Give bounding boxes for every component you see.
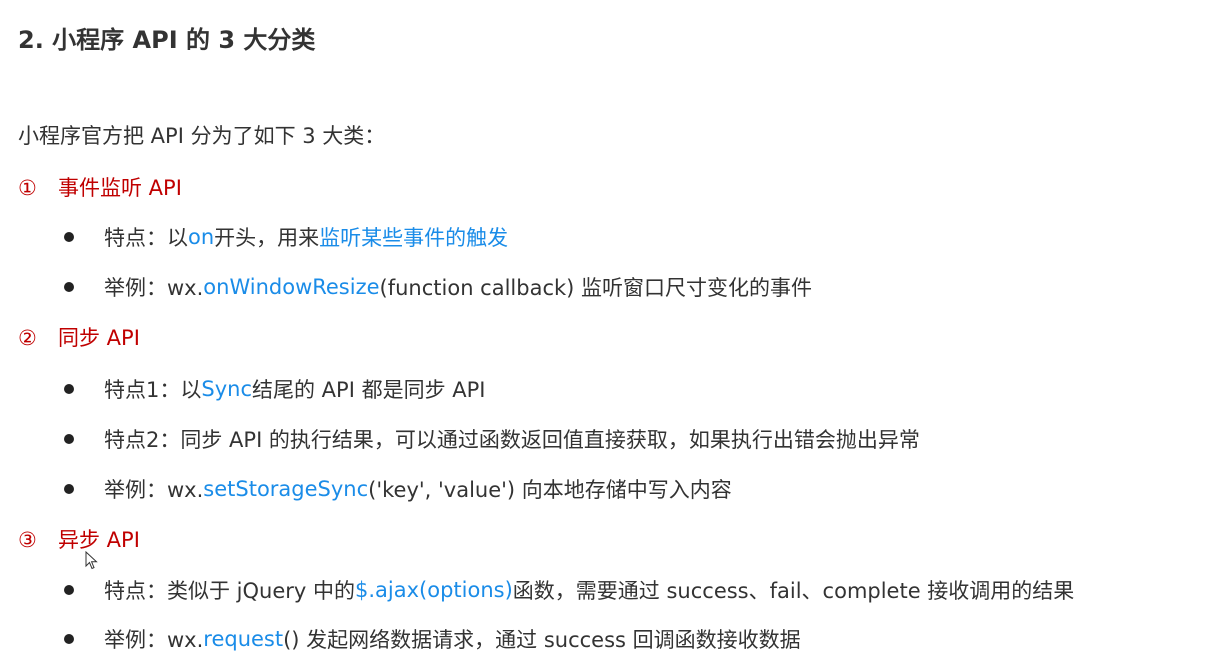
section-title: 异步 API <box>58 528 140 552</box>
section-heading-async: ③ 异步 API <box>18 524 140 554</box>
item-text: 特点：类似于 jQuery 中的 <box>104 579 356 603</box>
list-item: 特点：类似于 jQuery 中的 $.ajax(options) 函数，需要通过… <box>64 575 1074 605</box>
bullet-dot-icon <box>64 585 74 595</box>
item-highlight: setStorageSync <box>203 477 369 501</box>
list-item: 举例：wx. setStorageSync ('key', 'value') 向本地… <box>64 474 732 504</box>
list-item: 特点2：同步 API 的执行结果，可以通过函数返回值直接获取，如果执行出错会抛出… <box>64 424 920 454</box>
bullet-dot-icon <box>64 634 74 644</box>
section-heading-sync: ② 同步 API <box>18 322 140 352</box>
item-text: ('key', 'value') 向本地存储中写入内容 <box>368 478 732 502</box>
list-item: 举例：wx. request() 发起网络数据请求，通过 success 回调函数… <box>64 624 801 654</box>
item-text: () 发起网络数据请求，通过 success 回调函数接收数据 <box>283 628 801 652</box>
item-text: 开头，用来 <box>214 226 320 250</box>
section-heading-event-listener: ① 事件监听 API <box>18 172 182 202</box>
page-title: 2. 小程序 API 的 3 大分类 <box>18 26 316 54</box>
item-text: 特点2：同步 API 的执行结果，可以通过函数返回值直接获取，如果执行出错会抛出… <box>104 428 920 452</box>
bullet-dot-icon <box>64 434 74 444</box>
section-marker: ③ <box>18 528 37 552</box>
list-item: 举例：wx. onWindowResize (function callback) … <box>64 272 812 302</box>
list-item: 特点：以 on 开头，用来 监听某些事件的触发 <box>64 222 508 252</box>
bullet-dot-icon <box>64 384 74 394</box>
section-title: 同步 API <box>58 326 140 350</box>
item-text: 特点：以 <box>104 226 188 250</box>
intro-text: 小程序官方把 API 分为了如下 3 大类： <box>18 124 386 148</box>
item-text: 函数，需要通过 success、fail、complete 接收调用的结果 <box>512 579 1075 603</box>
item-highlight: onWindowResize <box>203 275 380 299</box>
item-text: 举例：wx. <box>104 276 204 300</box>
document-page: 2. 小程序 API 的 3 大分类 小程序官方把 API 分为了如下 3 大类… <box>0 0 1230 664</box>
section-marker: ② <box>18 326 37 350</box>
item-text: 举例：wx. <box>104 628 204 652</box>
bullet-dot-icon <box>64 484 74 494</box>
section-marker: ① <box>18 176 37 200</box>
item-highlight: request <box>203 627 284 651</box>
item-highlight: Sync <box>201 377 252 401</box>
bullet-dot-icon <box>64 282 74 292</box>
item-highlight: $.ajax(options) <box>355 578 513 602</box>
item-highlight: 监听某些事件的触发 <box>319 226 509 250</box>
mouse-cursor-icon <box>85 551 98 570</box>
list-item: 特点1：以 Sync 结尾的 API 都是同步 API <box>64 374 485 404</box>
bullet-dot-icon <box>64 232 74 242</box>
item-text: 举例：wx. <box>104 478 204 502</box>
item-text: 特点1：以 <box>104 378 202 402</box>
item-highlight: on <box>188 225 215 249</box>
item-text: (function callback) 监听窗口尺寸变化的事件 <box>379 276 813 300</box>
section-title: 事件监听 API <box>58 176 182 200</box>
item-text: 结尾的 API 都是同步 API <box>252 378 486 402</box>
